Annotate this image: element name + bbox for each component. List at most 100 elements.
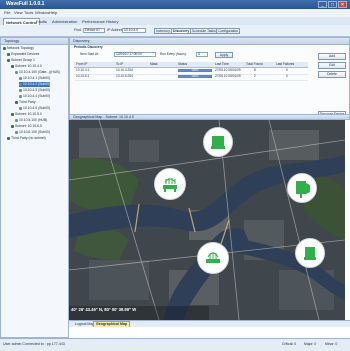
tree-node[interactable]: 10.10.4.100 (Gate...)(HUB) <box>15 70 60 75</box>
close-button[interactable]: ✕ <box>338 1 347 8</box>
device-node-wireless[interactable] <box>154 168 186 200</box>
status-bar: User admin Connected to : pp.177.443 Cri… <box>0 338 350 351</box>
minimize-button[interactable]: _ <box>318 1 327 8</box>
device-node-hub-2[interactable] <box>295 238 325 268</box>
device-node-wireless-2[interactable] <box>197 242 229 274</box>
tree-node-label: 10.10.5.100 (HUB) <box>19 118 48 122</box>
tree-node-label: 10.10.6.100 (Sub00) <box>19 130 50 134</box>
subtab-schedule-tasks[interactable]: Schedule Tasks <box>190 27 218 34</box>
topology-header: Topology <box>1 38 68 45</box>
menu-view[interactable]: View <box>14 10 23 16</box>
col-to-ip: To IP <box>116 62 124 66</box>
device-status-icon <box>19 88 22 92</box>
tab-faults[interactable]: Faults <box>34 18 49 25</box>
cell-last-failures: 0 <box>286 68 288 72</box>
tree-node-label: Expanded Devices <box>11 52 40 56</box>
cell-to-ip: 10.10.5.254 <box>116 74 133 78</box>
status-progress-bar: 100% <box>178 75 212 78</box>
tree-node-label: 10.10.4.5 (Sub00) <box>23 106 51 110</box>
run-every-input[interactable]: 4 <box>196 52 208 57</box>
tree-node[interactable]: Third Party (no subnet) <box>7 136 46 141</box>
discovery-header: Discovery <box>70 38 349 45</box>
ip-address-input[interactable]: 10.10.4.0 <box>122 28 146 33</box>
tree-node-label: Network Topology <box>7 46 34 50</box>
table-row[interactable]: 10.10.5.1 10.10.5.254 100% 27/06.10 05/0… <box>74 74 308 81</box>
menu-file[interactable]: File <box>4 10 10 16</box>
tree-node-label: Third Party <box>19 100 36 104</box>
next-start-input[interactable]: 12/04/10 17:00:04 <box>114 52 156 57</box>
tree-node-label: 10.10.4.2 (Sub00) <box>23 82 51 86</box>
tree-node[interactable]: 10.10.4.3 (Sub00) <box>19 88 50 93</box>
device-status-icon <box>11 124 14 128</box>
tree-node[interactable]: 10.10.5.100 (HUB) <box>15 118 47 123</box>
tree-node[interactable]: Third Party <box>15 100 36 105</box>
minor-count: Minor: 0 <box>325 342 338 346</box>
periodic-discovery-title: Periodic Discovery <box>74 45 103 49</box>
subtab-configuration[interactable]: Configuration <box>216 27 241 34</box>
app-title: WaveFull 1.0.0.1 <box>6 1 45 7</box>
tab-administration[interactable]: Administration <box>50 18 79 25</box>
add-button[interactable]: Add <box>318 53 346 60</box>
apply-button[interactable]: Apply <box>215 51 233 58</box>
topology-panel: Topology Network Topology Expanded Device… <box>0 37 69 338</box>
device-node-hub[interactable] <box>203 127 233 157</box>
menu-window[interactable]: Window <box>35 10 49 16</box>
tree-node[interactable]: Subnet Group 1 <box>7 58 35 63</box>
cell-total-found: 8 <box>254 68 256 72</box>
status-progress-bar: 100% <box>178 69 212 72</box>
device-status-icon <box>15 118 18 122</box>
connection-status: User admin Connected to : pp.177.443 <box>3 342 65 346</box>
cell-last-time: 27/06.10 05/01/09 <box>215 74 241 78</box>
tree-node-label: 10.10.4.1 (Sub00) <box>23 76 51 80</box>
tree-node[interactable]: Subnet: 10.10.4.0 <box>11 64 42 69</box>
map-coordinates: 40° 26' 43.46" N, 80° 00' 39.99" W <box>71 307 137 312</box>
next-start-label: Next Start At: <box>80 52 99 56</box>
tree-node-label: Third Party (no subnet) <box>11 136 46 140</box>
geographical-map[interactable]: 40° 26' 43.46" N, 80° 00' 39.99" W <box>69 120 345 320</box>
tree-node[interactable]: Subnet: 10.10.5.0 <box>11 112 42 117</box>
tree-node[interactable]: 10.10.4.4 (Sub00) <box>19 94 50 99</box>
tab-geographical-map[interactable]: Geographical Map <box>93 321 131 327</box>
subtab-discovery[interactable]: Discovery <box>171 27 192 34</box>
tree-node[interactable]: Network Topology <box>3 46 34 51</box>
tree-node[interactable]: 10.10.6.100 (Sub00) <box>15 130 50 135</box>
device-status-icon <box>19 94 22 98</box>
device-status-icon <box>15 130 18 134</box>
toolbar: Find Device ID IP Address 10.10.4.0 Inve… <box>0 25 350 37</box>
tab-performance-history[interactable]: Performance History <box>80 18 120 25</box>
menu-help[interactable]: Help <box>49 10 57 16</box>
delete-button[interactable]: Delete <box>318 71 346 78</box>
subtab-inventory[interactable]: Inventory <box>154 27 172 34</box>
device-status-icon <box>15 70 18 74</box>
tree-node-label: Subnet Group 1 <box>11 58 35 62</box>
edit-button[interactable]: Edit <box>318 62 346 69</box>
device-status-icon <box>3 46 6 50</box>
device-status-icon <box>19 76 22 80</box>
device-status-icon <box>19 82 22 86</box>
map-view-tabs: Logical Map Geographical Map <box>69 320 350 327</box>
col-last-failures: Last Failures <box>276 62 295 66</box>
title-bar: WaveFull 1.0.0.1 _ □ ✕ <box>0 0 350 9</box>
find-type-select[interactable]: Device ID <box>83 28 105 33</box>
device-node-sub-1[interactable] <box>287 173 317 203</box>
access-point-icon <box>206 252 220 263</box>
menu-tools[interactable]: Tools <box>24 10 33 16</box>
tree-node[interactable]: 10.10.4.1 (Sub00) <box>19 76 50 81</box>
tree-node-label: Subnet: 10.10.4.0 <box>15 64 42 68</box>
tree-node[interactable]: Subnet: 10.10.6.0 <box>11 124 42 129</box>
device-status-icon <box>15 100 18 104</box>
device-status-icon <box>11 64 14 68</box>
hub-device-icon <box>211 136 225 149</box>
tree-node[interactable]: Expanded Devices <box>7 52 39 57</box>
device-status-icon <box>7 136 10 140</box>
col-mask: Mask <box>150 62 158 66</box>
tree-node[interactable]: 10.10.4.5 (Sub00) <box>19 106 50 111</box>
tree-node[interactable]: 10.10.4.2 (Sub00) <box>19 82 51 87</box>
major-count: Major: 0 <box>304 342 317 346</box>
device-status-icon <box>11 112 14 116</box>
device-status-icon <box>19 106 22 110</box>
tree-node-label: 10.10.4.4 (Sub00) <box>23 94 51 98</box>
cell-from-ip: 10.10.4.1 <box>76 68 90 72</box>
maximize-button[interactable]: □ <box>328 1 337 8</box>
col-from-ip: From IP <box>76 62 88 66</box>
